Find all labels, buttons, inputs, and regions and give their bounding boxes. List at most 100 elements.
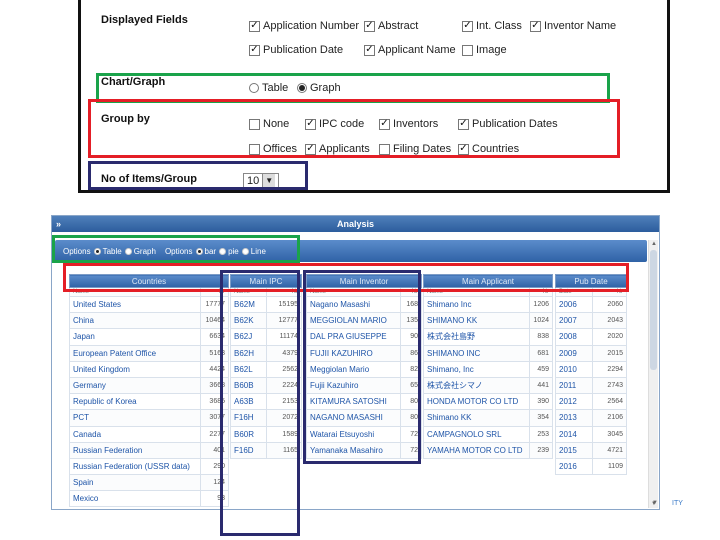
pubdate-name-link[interactable]: 2007: [554, 312, 594, 330]
field-publication-date[interactable]: ✓ Publication Date: [249, 44, 343, 56]
radio[interactable]: [297, 83, 307, 93]
ipc-name-link[interactable]: B60R: [229, 425, 268, 443]
pubdate-header[interactable]: Pub Date: [555, 274, 627, 288]
field-image[interactable]: Image: [462, 44, 507, 56]
applicant-header[interactable]: Main Applicant: [423, 274, 553, 288]
group-ipc-code[interactable]: ✓ IPC code: [305, 118, 364, 130]
inventor-name-link[interactable]: DAL PRA GIUSEPPE: [305, 328, 402, 346]
pubdate-name-link[interactable]: 2013: [554, 409, 594, 427]
field-inventor-name[interactable]: ✓ Inventor Name: [530, 20, 616, 32]
group-countries[interactable]: ✓ Countries: [458, 143, 519, 155]
radio[interactable]: [195, 247, 203, 255]
ipc-name-link[interactable]: F16D: [229, 441, 268, 459]
applicant-name-link[interactable]: CAMPAGNOLO SRL: [423, 425, 530, 443]
countries-name-link[interactable]: Mexico: [68, 490, 202, 508]
inventor-header[interactable]: Main Inventor: [306, 274, 422, 288]
pubdate-name-link[interactable]: 2008: [554, 328, 594, 346]
pubdate-name-link[interactable]: 2015: [554, 441, 594, 459]
inventor-name-link[interactable]: Fujii Kazuhiro: [305, 376, 402, 395]
checkbox[interactable]: ✓: [305, 118, 316, 130]
checkbox[interactable]: [249, 118, 260, 130]
group-publication-dates[interactable]: ✓ Publication Dates: [458, 118, 558, 130]
countries-name-link[interactable]: United Kingdom: [68, 360, 202, 378]
pubdate-name-link[interactable]: 2014: [554, 425, 594, 443]
chart-option-line[interactable]: Line: [241, 247, 266, 256]
checkbox[interactable]: ✓: [364, 44, 375, 56]
group-none[interactable]: None: [249, 118, 289, 130]
scroll-thumb[interactable]: [650, 250, 657, 370]
checkbox[interactable]: ✓: [305, 143, 316, 155]
field-applicant-name[interactable]: ✓ Applicant Name: [364, 44, 456, 56]
applicant-name-link[interactable]: Shimano Inc: [423, 295, 530, 314]
radio-table[interactable]: Table: [249, 82, 288, 94]
ipc-name-link[interactable]: A63B: [229, 393, 268, 411]
inventor-name-link[interactable]: KITAMURA SATOSHI: [305, 393, 402, 411]
checkbox[interactable]: [249, 143, 260, 155]
group-inventors[interactable]: ✓ Inventors: [379, 118, 438, 130]
countries-name-link[interactable]: Germany: [68, 376, 202, 395]
countries-name-link[interactable]: Russian Federation: [68, 441, 202, 459]
countries-name-link[interactable]: Canada: [68, 425, 202, 443]
pubdate-name-link[interactable]: 2012: [554, 393, 594, 411]
items-per-group-select[interactable]: 10 ▼: [243, 173, 279, 188]
checkbox[interactable]: [379, 143, 390, 155]
applicant-name-link[interactable]: 株式会社シマノ: [423, 376, 530, 395]
countries-name-link[interactable]: PCT: [68, 409, 202, 427]
scroll-indicator-icon[interactable]: ▼: [652, 500, 658, 506]
group-filing-dates[interactable]: Filing Dates: [379, 143, 451, 155]
view-option-graph[interactable]: Graph: [124, 247, 156, 256]
countries-name-link[interactable]: Russian Federation (USSR data): [68, 457, 202, 476]
inventor-name-link[interactable]: MEGGIOLAN MARIO: [305, 312, 402, 330]
applicant-name-link[interactable]: YAMAHA MOTOR CO LTD: [423, 441, 530, 459]
checkbox[interactable]: ✓: [364, 20, 375, 32]
applicant-name-link[interactable]: SHIMANO INC: [423, 344, 530, 362]
applicant-name-link[interactable]: 株式会社島野: [423, 328, 530, 346]
field-application-number[interactable]: ✓ Application Number: [249, 20, 359, 32]
applicant-name-link[interactable]: Shimano, Inc: [423, 360, 530, 378]
ipc-header[interactable]: Main IPC: [230, 274, 302, 288]
pubdate-name-link[interactable]: 2006: [554, 295, 594, 314]
ipc-name-link[interactable]: B62M: [229, 295, 268, 314]
scroll-up-icon[interactable]: ▲: [649, 240, 659, 248]
chart-option-pie[interactable]: pie: [219, 247, 239, 256]
radio[interactable]: [124, 247, 132, 255]
inventor-name-link[interactable]: Meggiolan Mario: [305, 360, 402, 378]
applicant-name-link[interactable]: Shimano KK: [423, 409, 530, 427]
field-int-class[interactable]: ✓ Int. Class: [462, 20, 522, 32]
collapse-icon[interactable]: »: [56, 216, 61, 232]
checkbox[interactable]: [462, 44, 473, 56]
countries-name-link[interactable]: Republic of Korea: [68, 393, 202, 411]
pubdate-name-link[interactable]: 2016: [554, 457, 594, 476]
checkbox[interactable]: ✓: [458, 143, 469, 155]
checkbox[interactable]: ✓: [462, 20, 473, 32]
countries-name-link[interactable]: Spain: [68, 474, 202, 492]
countries-name-link[interactable]: China: [68, 312, 202, 330]
applicant-name-link[interactable]: HONDA MOTOR CO LTD: [423, 393, 530, 411]
countries-name-link[interactable]: European Patent Office: [68, 344, 202, 362]
countries-name-link[interactable]: United States: [68, 295, 202, 314]
pubdate-name-link[interactable]: 2009: [554, 344, 594, 362]
applicant-name-link[interactable]: SHIMANO KK: [423, 312, 530, 330]
pubdate-name-link[interactable]: 2010: [554, 360, 594, 378]
ipc-name-link[interactable]: F16H: [229, 409, 268, 427]
ipc-name-link[interactable]: B62K: [229, 312, 268, 330]
radio-graph[interactable]: Graph: [297, 82, 341, 94]
radio[interactable]: [241, 247, 249, 255]
group-applicants[interactable]: ✓ Applicants: [305, 143, 370, 155]
radio[interactable]: [93, 247, 101, 255]
ipc-name-link[interactable]: B62L: [229, 360, 268, 378]
ipc-name-link[interactable]: B62J: [229, 328, 268, 346]
radio[interactable]: [219, 247, 227, 255]
ipc-name-link[interactable]: B60B: [229, 376, 268, 395]
analysis-scrollbar[interactable]: ▲ ▼: [648, 240, 658, 508]
checkbox[interactable]: ✓: [458, 118, 469, 130]
checkbox[interactable]: ✓: [249, 20, 260, 32]
ipc-name-link[interactable]: B62H: [229, 344, 268, 362]
field-abstract[interactable]: ✓ Abstract: [364, 20, 418, 32]
inventor-name-link[interactable]: Yamanaka Masahiro: [305, 441, 402, 459]
checkbox[interactable]: ✓: [249, 44, 260, 56]
checkbox[interactable]: ✓: [530, 20, 541, 32]
radio[interactable]: [249, 83, 259, 93]
inventor-name-link[interactable]: FUJII KAZUHIRO: [305, 344, 402, 362]
inventor-name-link[interactable]: Nagano Masashi: [305, 295, 402, 314]
